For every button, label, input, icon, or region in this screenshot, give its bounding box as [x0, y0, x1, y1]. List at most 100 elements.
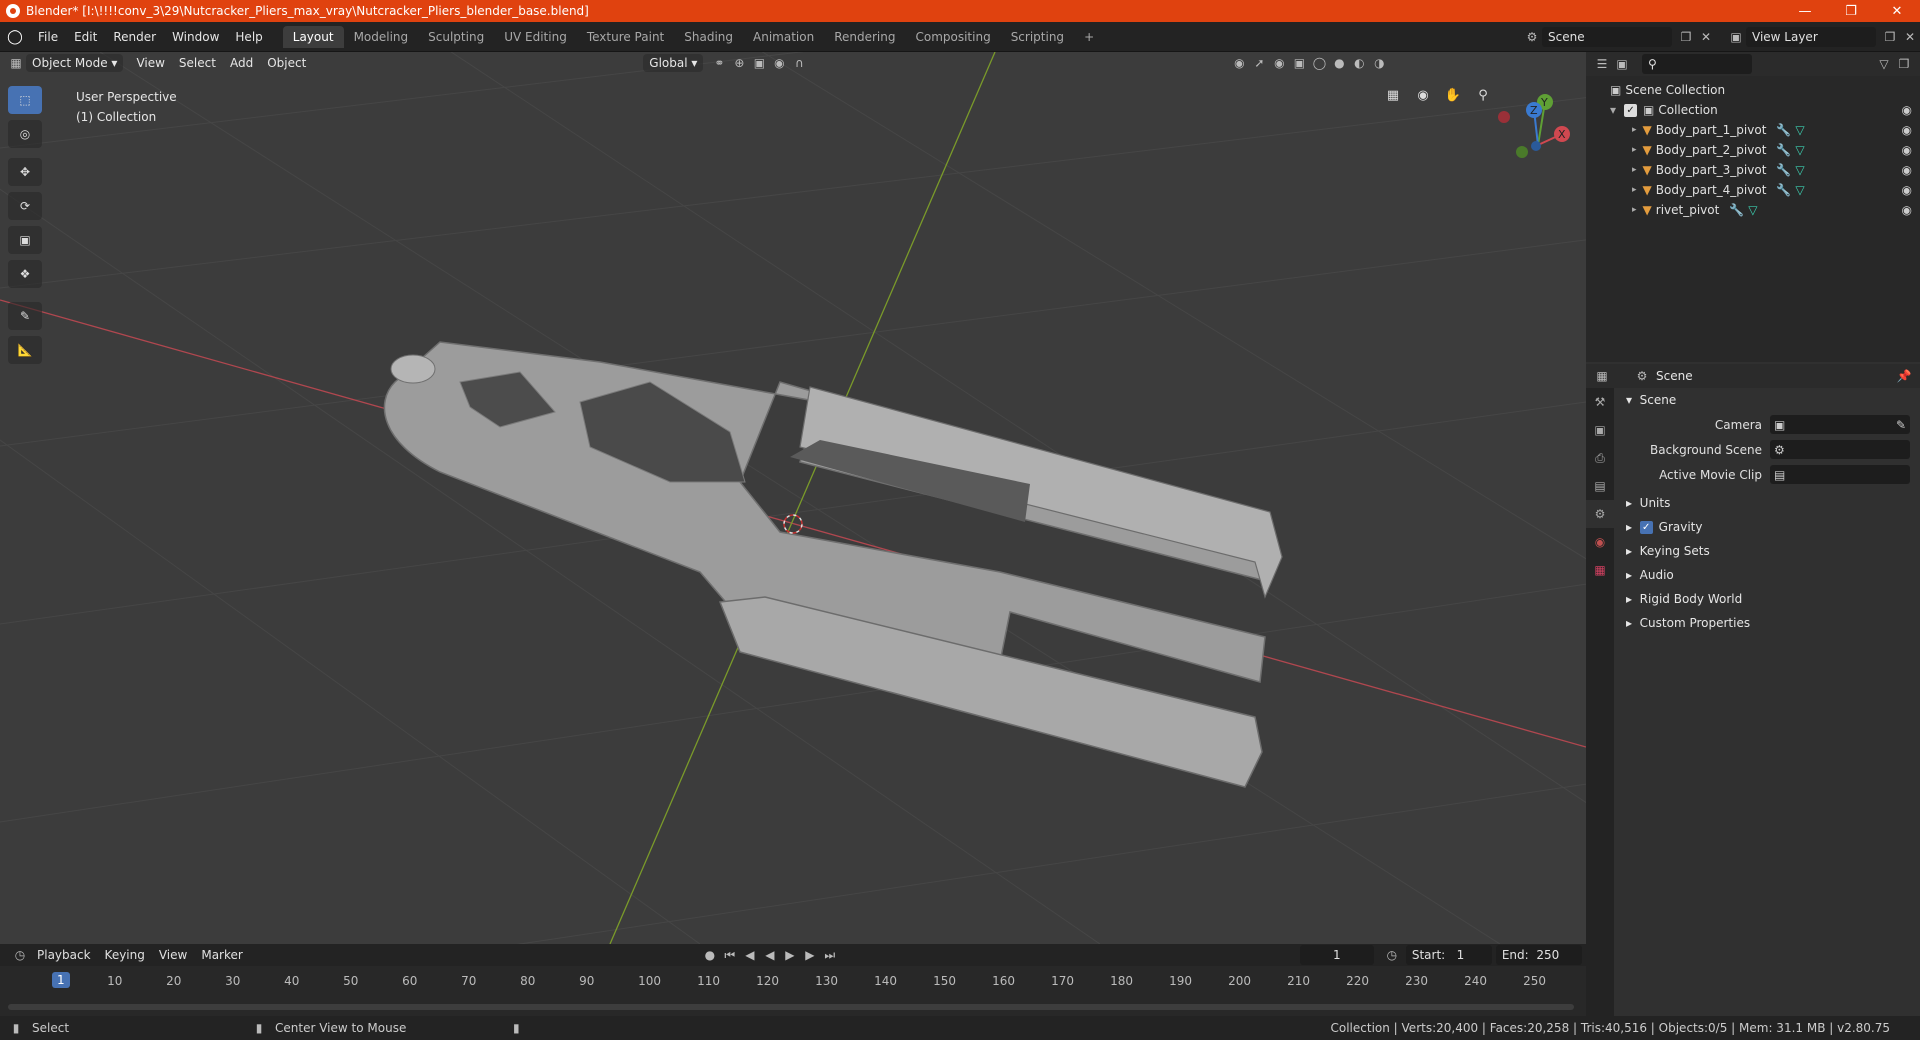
measure-tool-icon[interactable]: 📐 [8, 336, 42, 364]
tab-animation[interactable]: Animation [743, 26, 824, 48]
outliner-scene-collection[interactable]: ▣ Scene Collection [1586, 80, 1920, 100]
timeline-scrollbar[interactable] [8, 1004, 1574, 1010]
falloff-icon[interactable]: ∩ [789, 53, 809, 73]
active-movie-clip-field[interactable]: ▤ [1770, 465, 1910, 484]
camera-field[interactable]: ▣ ✎ [1770, 415, 1910, 434]
camera-view-icon[interactable]: ◉ [1410, 82, 1436, 108]
play-reverse-icon[interactable]: ◀ [760, 945, 780, 965]
outliner-item[interactable]: ▸ ▼ Body_part_2_pivot 🔧 ▽ ◉ [1586, 140, 1920, 160]
mesh-data-icon[interactable]: ▽ [1795, 123, 1804, 137]
next-keyframe-icon[interactable]: ▶ [800, 945, 820, 965]
custom-properties-panel[interactable]: ▸ Custom Properties [1616, 611, 1920, 635]
wireframe-shading-icon[interactable]: ◯ [1309, 53, 1329, 73]
keying-sets-panel[interactable]: ▸ Keying Sets [1616, 539, 1920, 563]
eyedropper-icon[interactable]: ✎ [1896, 418, 1906, 432]
mesh-data-icon[interactable]: ▽ [1795, 183, 1804, 197]
timeline-menu-keying[interactable]: Keying [98, 948, 152, 962]
tab-uv-editing[interactable]: UV Editing [494, 26, 577, 48]
background-scene-field[interactable]: ⚙ [1770, 440, 1910, 459]
jump-end-icon[interactable]: ⏭ [820, 945, 840, 965]
nutcracker-pliers-model[interactable] [383, 341, 1283, 788]
audio-panel[interactable]: ▸ Audio [1616, 563, 1920, 587]
texture-tab-icon[interactable]: ▦ [1586, 556, 1614, 584]
pin-icon[interactable]: 📌 [1894, 366, 1914, 386]
scale-tool-icon[interactable]: ▣ [8, 226, 42, 254]
output-tab-icon[interactable]: ⎙ [1586, 444, 1614, 472]
menu-help[interactable]: Help [227, 30, 270, 44]
delete-view-layer-icon[interactable]: ✕ [1900, 27, 1920, 47]
outliner-search-input[interactable]: ⚲ [1642, 54, 1752, 74]
gravity-panel[interactable]: ▸ ✓ Gravity [1616, 515, 1920, 539]
outliner-item[interactable]: ▸ ▼ Body_part_3_pivot 🔧 ▽ ◉ [1586, 160, 1920, 180]
menu-render[interactable]: Render [105, 30, 164, 44]
delete-scene-icon[interactable]: ✕ [1696, 27, 1716, 47]
move-tool-icon[interactable]: ✥ [8, 158, 42, 186]
tab-modeling[interactable]: Modeling [344, 26, 419, 48]
new-view-layer-icon[interactable]: ❐ [1880, 27, 1900, 47]
properties-editor-icon[interactable]: ▦ [1592, 366, 1612, 386]
blender-menu-icon[interactable]: ◯ [0, 29, 30, 45]
eye-icon[interactable]: ◉ [1902, 183, 1912, 197]
modifier-wrench-icon[interactable]: 🔧 [1776, 123, 1791, 137]
visibility-icon[interactable]: ◉ [1229, 53, 1249, 73]
maximize-button[interactable]: ❐ [1828, 0, 1874, 22]
material-shading-icon[interactable]: ◐ [1349, 53, 1369, 73]
tab-scripting[interactable]: Scripting [1001, 26, 1074, 48]
collection-checkbox[interactable]: ✓ [1624, 103, 1638, 117]
viewport-menu-view[interactable]: View [129, 56, 171, 70]
timeline-editor-icon[interactable]: ◷ [10, 945, 30, 965]
mesh-data-icon[interactable]: ▽ [1795, 163, 1804, 177]
transform-tool-icon[interactable]: ❖ [8, 260, 42, 288]
menu-file[interactable]: File [30, 30, 66, 44]
overlays-icon[interactable]: ◉ [1269, 53, 1289, 73]
outliner-item[interactable]: ▸ ▼ rivet_pivot 🔧 ▽ ◉ [1586, 200, 1920, 220]
view-layer-field[interactable]: View Layer [1746, 27, 1876, 47]
minimize-button[interactable]: — [1782, 0, 1828, 22]
tool-tab-icon[interactable]: ⚒ [1586, 388, 1614, 416]
expand-arrow-icon[interactable]: ▸ [1632, 185, 1637, 195]
zoom-icon[interactable]: ⚲ [1470, 82, 1496, 108]
eye-icon[interactable]: ◉ [1902, 163, 1912, 177]
annotate-tool-icon[interactable]: ✎ [8, 302, 42, 330]
expand-arrow-icon[interactable]: ▸ [1632, 145, 1637, 155]
new-collection-icon[interactable]: ❐ [1894, 54, 1914, 74]
prev-keyframe-icon[interactable]: ◀ [740, 945, 760, 965]
timeline-menu-playback[interactable]: Playback [30, 948, 98, 962]
scene-field[interactable]: Scene [1542, 27, 1672, 47]
scene-icon[interactable]: ⚙ [1522, 27, 1542, 47]
menu-edit[interactable]: Edit [66, 30, 105, 44]
rigid-body-world-panel[interactable]: ▸ Rigid Body World [1616, 587, 1920, 611]
new-scene-icon[interactable]: ❐ [1676, 27, 1696, 47]
modifier-wrench-icon[interactable]: 🔧 [1776, 163, 1791, 177]
tab-layout[interactable]: Layout [282, 25, 344, 48]
snap-target-icon[interactable]: ▣ [749, 53, 769, 73]
editor-type-icon[interactable]: ▦ [6, 53, 26, 73]
viewport-menu-add[interactable]: Add [223, 56, 260, 70]
gravity-checkbox[interactable]: ✓ [1639, 520, 1653, 534]
add-workspace-icon[interactable]: + [1074, 26, 1104, 48]
eye-icon[interactable]: ◉ [1902, 203, 1912, 217]
render-tab-icon[interactable]: ▣ [1586, 416, 1614, 444]
proportional-edit-icon[interactable]: ◉ [769, 53, 789, 73]
toggle-grid-icon[interactable]: ▦ [1380, 82, 1406, 108]
play-icon[interactable]: ▶ [780, 945, 800, 965]
units-panel[interactable]: ▸ Units [1616, 491, 1920, 515]
timeline-menu-marker[interactable]: Marker [194, 948, 249, 962]
pivot-point-icon[interactable]: ⚭ [709, 53, 729, 73]
outliner-item[interactable]: ▸ ▼ Body_part_1_pivot 🔧 ▽ ◉ [1586, 120, 1920, 140]
timeline-menu-view[interactable]: View [152, 948, 194, 962]
transform-orientation-dropdown[interactable]: Global ▾ [643, 54, 704, 72]
view-layer-icon[interactable]: ▣ [1726, 27, 1746, 47]
outliner-item[interactable]: ▸ ▼ Body_part_4_pivot 🔧 ▽ ◉ [1586, 180, 1920, 200]
filter-icon[interactable]: ▽ [1874, 54, 1894, 74]
rotate-tool-icon[interactable]: ⟳ [8, 192, 42, 220]
xray-icon[interactable]: ▣ [1289, 53, 1309, 73]
tab-shading[interactable]: Shading [674, 26, 743, 48]
display-mode-icon[interactable]: ▣ [1612, 54, 1632, 74]
gizmo-toggle-icon[interactable]: ➚ [1249, 53, 1269, 73]
end-frame-field[interactable]: End: 250 [1495, 945, 1582, 965]
tab-sculpting[interactable]: Sculpting [418, 26, 494, 48]
expand-arrow-icon[interactable]: ▸ [1632, 205, 1637, 215]
expand-arrow-icon[interactable]: ▸ [1632, 125, 1637, 135]
tab-compositing[interactable]: Compositing [905, 26, 1000, 48]
